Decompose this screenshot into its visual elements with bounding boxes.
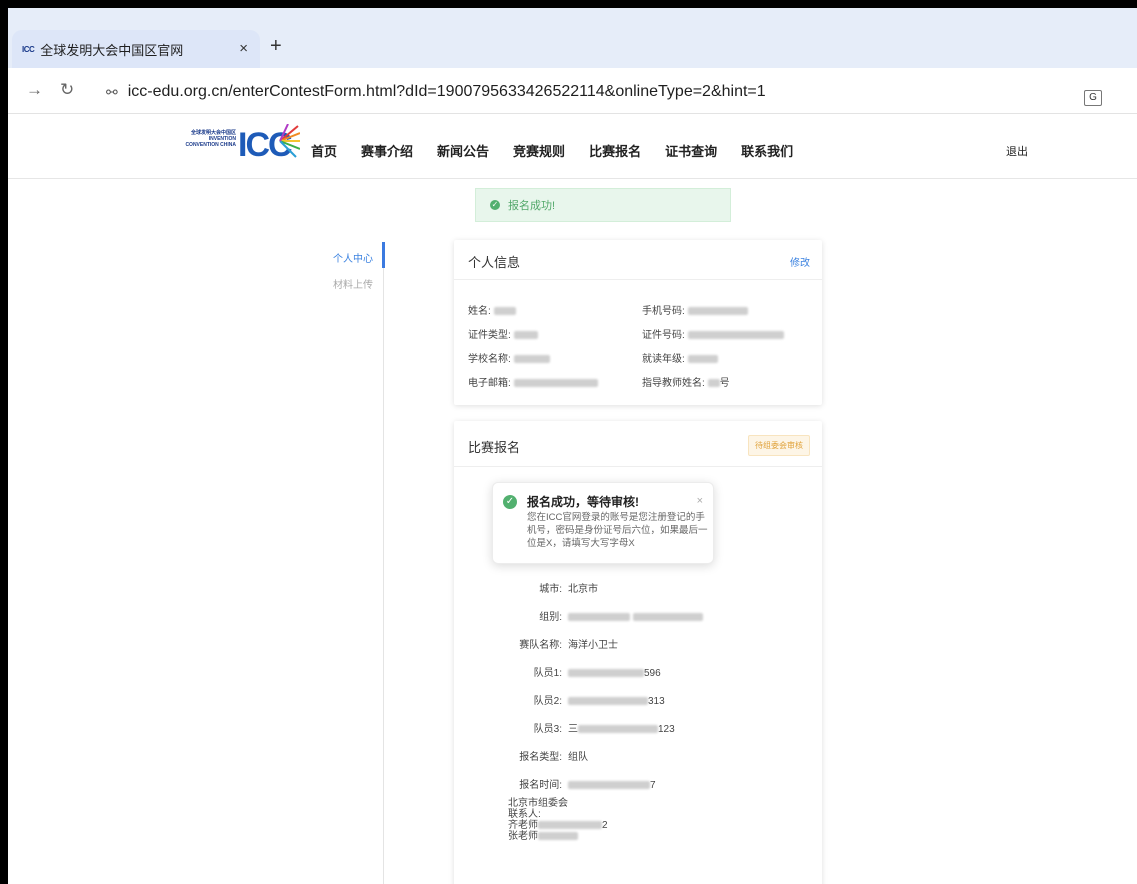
forward-icon[interactable]: →	[26, 80, 43, 100]
personal-info-title: 个人信息	[468, 255, 521, 270]
status-badge: 待组委会审核	[748, 435, 810, 456]
contact-teacher-2: 张老师	[508, 831, 608, 842]
row-type: 报名类型: 组队	[519, 752, 588, 763]
sidebar-divider	[383, 242, 384, 884]
personal-info-card: 个人信息 修改 姓名: 手机号码: 证件类型: 证件号码: 学校名称: 就读年级…	[454, 240, 822, 405]
browser-toolbar: → ↻ ⚯ icc-edu.org.cn/enterContestForm.ht…	[8, 68, 1137, 114]
logo-burst-icon	[279, 124, 300, 158]
row-member-1: 队员1: 596	[533, 668, 661, 679]
menu-home[interactable]: 首页	[311, 141, 337, 160]
field-id-type: 证件类型:	[468, 326, 538, 341]
field-id-no: 证件号码:	[642, 326, 784, 341]
menu-news[interactable]: 新闻公告	[437, 141, 489, 160]
personal-info-header: 个人信息 修改	[454, 240, 822, 280]
check-circle-icon: ✓	[490, 200, 500, 210]
success-alert: ✓ 报名成功!	[475, 188, 731, 222]
field-school: 学校名称:	[468, 350, 550, 365]
browser-window: ICC 全球发明大会中国区官网 × + → ↻ ⚯ icc-edu.org.cn…	[0, 0, 1137, 884]
menu-register[interactable]: 比赛报名	[589, 141, 641, 160]
url-text: icc-edu.org.cn/enterContestForm.html?dId…	[127, 83, 766, 100]
field-teacher: 指导教师姓名: 号	[642, 378, 730, 389]
contact-org: 北京市组委会	[508, 798, 568, 809]
row-member-3: 队员3: 三 123	[533, 724, 675, 735]
sidebar-item-upload[interactable]: 材料上传	[333, 276, 373, 291]
icc-logo[interactable]: 全球发明大会中国区 INVENTION CONVENTION CHINA ICC	[178, 124, 300, 166]
sidebar-active-indicator	[382, 242, 385, 268]
tab-bar: ICC 全球发明大会中国区官网 × +	[8, 8, 1137, 68]
reload-icon[interactable]: ↻	[60, 80, 74, 100]
success-alert-text: 报名成功!	[508, 200, 556, 212]
field-phone: 手机号码:	[642, 302, 748, 317]
field-email: 电子邮箱:	[468, 374, 598, 389]
row-city: 城市: 北京市	[539, 584, 598, 595]
contact-info: 北京市组委会 联系人: 齐老师 2 张老师	[508, 798, 608, 842]
field-name: 姓名:	[468, 302, 516, 317]
logo-subtitle: 全球发明大会中国区 INVENTION CONVENTION CHINA	[185, 130, 236, 148]
address-bar[interactable]: ⚯ icc-edu.org.cn/enterContestForm.html?d…	[94, 76, 1137, 108]
contact-teacher-1: 齐老师 2	[508, 820, 608, 831]
sidebar-item-personal[interactable]: 个人中心	[333, 250, 373, 265]
logout-link[interactable]: 退出	[1006, 143, 1028, 159]
contact-label: 联系人:	[508, 809, 541, 820]
registration-header: 比赛报名 待组委会审核	[454, 421, 822, 467]
site-info-icon[interactable]: ⚯	[106, 84, 118, 101]
notification-popup: ✓ 报名成功，等待审核! × 您在ICC官网登录的账号是您注册登记的手机号，密码…	[492, 482, 714, 564]
registration-title: 比赛报名	[468, 440, 521, 455]
menu-intro[interactable]: 赛事介绍	[361, 141, 413, 160]
row-team: 赛队名称: 海洋小卫士	[519, 640, 618, 651]
new-tab-button[interactable]: +	[270, 35, 282, 58]
row-time: 报名时间: 7	[519, 780, 656, 791]
row-group: 组别:	[454, 608, 703, 623]
site-header: 全球发明大会中国区 INVENTION CONVENTION CHINA ICC…	[8, 115, 1137, 179]
notification-close-icon[interactable]: ×	[697, 495, 703, 507]
browser-tab[interactable]: ICC 全球发明大会中国区官网 ×	[12, 30, 260, 68]
field-grade: 就读年级:	[642, 350, 718, 365]
translate-icon[interactable]: G	[1084, 90, 1102, 106]
favicon-icon: ICC	[22, 44, 35, 54]
success-check-icon: ✓	[503, 495, 517, 509]
tab-title: 全球发明大会中国区官网	[40, 42, 184, 58]
tab-close-icon[interactable]: ×	[239, 40, 248, 57]
menu-rules[interactable]: 竞赛规则	[513, 141, 565, 160]
notification-title: 报名成功，等待审核!	[527, 495, 639, 509]
notification-body: 您在ICC官网登录的账号是您注册登记的手机号，密码是身份证号后六位，如果最后一位…	[527, 512, 708, 549]
menu-certificate[interactable]: 证书查询	[665, 141, 717, 160]
main-menu: 首页 赛事介绍 新闻公告 竞赛规则 比赛报名 证书查询 联系我们	[311, 141, 817, 160]
menu-contact[interactable]: 联系我们	[741, 141, 793, 160]
row-member-2: 队员2: 313	[533, 696, 665, 707]
edit-link[interactable]: 修改	[790, 254, 810, 269]
